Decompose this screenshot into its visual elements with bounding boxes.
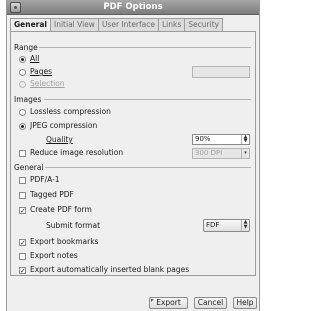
range-selection-label: Selection	[30, 79, 65, 88]
submit-format-value: FDF	[206, 221, 220, 229]
pdfa-label: PDF/A-1	[30, 175, 60, 184]
submit-format-dropdown-icon[interactable]: ▲ ▼	[241, 220, 249, 231]
quality-spin-icon[interactable]: ▲ ▼	[241, 135, 249, 144]
tagged-pdf-label: Tagged PDF	[30, 190, 74, 199]
tab-bar: General Initial View User Interface Link…	[10, 18, 224, 33]
lossless-radio[interactable]	[19, 109, 26, 116]
resolution-combo[interactable]: 300 DPI ▾	[192, 148, 250, 159]
pdf-options-dialog: PDF Options General Initial View User In…	[6, 0, 260, 311]
blank-pages-checkbox[interactable]: ✓	[19, 267, 26, 275]
tagged-pdf-checkbox[interactable]	[19, 192, 26, 199]
export-button[interactable]: Export	[149, 297, 188, 309]
export-notes-label: Export notes	[30, 251, 78, 260]
export-notes-checkbox[interactable]	[19, 253, 26, 260]
create-form-checkbox[interactable]: ✓	[19, 207, 26, 215]
reduce-resolution-label: Reduce image resolution	[30, 148, 124, 157]
title-bar: PDF Options	[7, 0, 259, 15]
jpeg-radio[interactable]	[19, 123, 26, 130]
tab-links[interactable]: Links	[158, 18, 186, 32]
range-all-radio[interactable]	[19, 56, 26, 63]
general-tab-panel: Range All Pages Selection Images Lossles…	[10, 31, 256, 276]
submit-format-label: Submit format	[46, 221, 101, 230]
tab-user-interface[interactable]: User Interface	[97, 18, 159, 32]
jpeg-label: JPEG compression	[30, 121, 98, 130]
export-button-label: Export	[156, 298, 181, 307]
tab-security[interactable]: Security	[184, 18, 224, 32]
tab-initial-view[interactable]: Initial View	[50, 18, 99, 32]
quality-spinbox[interactable]: 90% ▲ ▼	[192, 134, 250, 145]
pages-input[interactable]	[192, 66, 250, 78]
range-divider	[39, 47, 251, 48]
blank-pages-label: Export automatically inserted blank page…	[30, 265, 190, 274]
window-title: PDF Options	[103, 2, 163, 12]
create-form-label: Create PDF form	[30, 205, 92, 214]
quality-label: Quality	[46, 135, 73, 144]
general-divider	[45, 167, 251, 168]
lossless-label: Lossless compression	[30, 107, 111, 116]
range-selection-radio[interactable]	[19, 81, 26, 88]
default-button-marker-icon	[151, 299, 154, 302]
range-heading: Range	[14, 43, 38, 52]
range-pages-label: Pages	[30, 67, 53, 76]
resolution-value: 300 DPI	[195, 149, 223, 157]
export-bookmarks-label: Export bookmarks	[30, 237, 99, 246]
general-heading: General	[14, 163, 44, 172]
range-all-label: All	[30, 54, 40, 63]
pdfa-checkbox[interactable]	[19, 177, 26, 184]
range-pages-radio[interactable]	[19, 69, 26, 76]
help-button[interactable]: Help	[233, 297, 257, 309]
reduce-resolution-checkbox[interactable]	[19, 150, 26, 157]
images-divider	[44, 99, 251, 100]
images-heading: Images	[14, 95, 42, 104]
cancel-button[interactable]: Cancel	[194, 297, 227, 309]
export-bookmarks-checkbox[interactable]: ✓	[19, 239, 26, 247]
submit-format-combo[interactable]: FDF ▲ ▼	[203, 219, 250, 232]
resolution-dropdown-icon[interactable]: ▾	[241, 149, 249, 158]
quality-value: 90%	[195, 135, 211, 143]
